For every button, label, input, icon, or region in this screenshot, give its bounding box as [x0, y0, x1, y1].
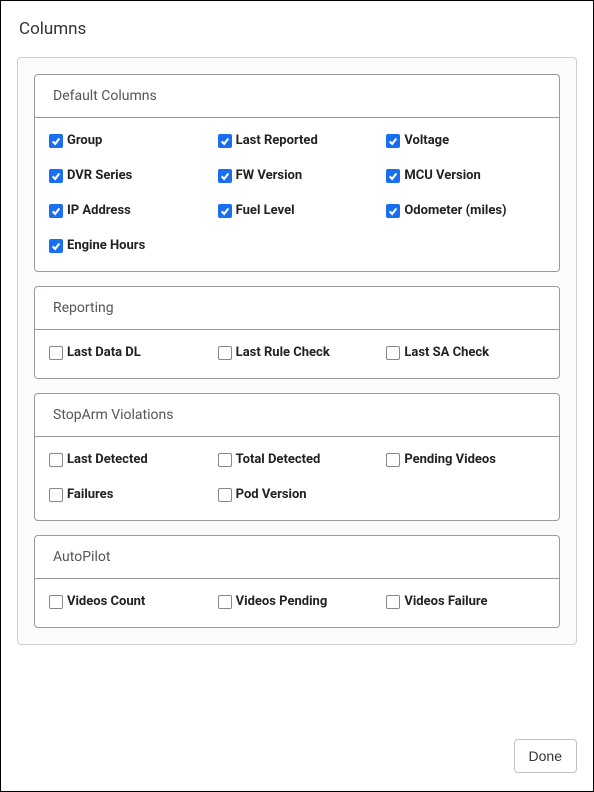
checkbox-label: Group: [67, 133, 102, 148]
checkbox-label: IP Address: [67, 203, 131, 218]
column-option-last-reported[interactable]: Last Reported: [218, 133, 377, 148]
checkbox-label: Last SA Check: [404, 345, 489, 360]
section-body: Videos Count Videos Pending Videos Failure: [35, 579, 559, 627]
checkbox[interactable]: [49, 595, 63, 609]
section-default-columns: Default Columns Group Last Reported Voltage…: [34, 74, 560, 272]
checkbox[interactable]: [49, 169, 63, 183]
checkbox[interactable]: [49, 346, 63, 360]
checkbox-label: Last Rule Check: [236, 345, 330, 360]
checkbox-label: Videos Failure: [404, 594, 487, 609]
checkbox[interactable]: [218, 488, 232, 502]
checkbox[interactable]: [386, 134, 400, 148]
checkbox-label: Fuel Level: [236, 203, 295, 218]
column-option-last-detected[interactable]: Last Detected: [49, 452, 208, 467]
checkbox-label: Videos Pending: [236, 594, 328, 609]
checkbox[interactable]: [218, 204, 232, 218]
checkbox[interactable]: [386, 346, 400, 360]
section-autopilot: AutoPilotVideos CountVideos PendingVideo…: [34, 535, 560, 628]
done-button[interactable]: Done: [514, 739, 577, 773]
checkbox-label: Failures: [67, 487, 113, 502]
column-option-engine-hours[interactable]: Engine Hours: [49, 238, 208, 253]
column-option-dvr-series[interactable]: DVR Series: [49, 168, 208, 183]
checkbox-label: FW Version: [236, 168, 302, 183]
checkbox-label: Pod Version: [236, 487, 307, 502]
checkbox[interactable]: [386, 169, 400, 183]
checkbox-label: DVR Series: [67, 168, 132, 183]
column-option-videos-pending[interactable]: Videos Pending: [218, 594, 377, 609]
checkbox[interactable]: [218, 453, 232, 467]
section-header: Default Columns: [35, 75, 559, 118]
checkbox[interactable]: [218, 169, 232, 183]
column-option-fuel-level[interactable]: Fuel Level: [218, 203, 377, 218]
dialog-title: Columns: [17, 19, 577, 39]
section-body: Group Last Reported Voltage DVR Series FW Ve…: [35, 118, 559, 271]
checkbox[interactable]: [218, 595, 232, 609]
column-option-pod-version[interactable]: Pod Version: [218, 487, 377, 502]
checkbox-label: Voltage: [404, 133, 449, 148]
column-option-group[interactable]: Group: [49, 133, 208, 148]
section-body: Last Detected Total Detected Pending Video…: [35, 437, 559, 520]
checkbox[interactable]: [49, 488, 63, 502]
dialog-footer: Done: [514, 739, 577, 773]
checkbox-label: Pending Videos: [404, 452, 496, 467]
checkbox-label: Odometer (miles): [404, 203, 506, 218]
column-option-ip-address[interactable]: IP Address: [49, 203, 208, 218]
checkbox[interactable]: [49, 453, 63, 467]
checkbox[interactable]: [218, 346, 232, 360]
column-option-failures[interactable]: Failures: [49, 487, 208, 502]
checkbox[interactable]: [218, 134, 232, 148]
column-option-videos-count[interactable]: Videos Count: [49, 594, 208, 609]
checkbox-label: Last Data DL: [67, 345, 141, 360]
column-option-mcu-version[interactable]: MCU Version: [386, 168, 545, 183]
checkbox[interactable]: [49, 204, 63, 218]
checkbox[interactable]: [49, 134, 63, 148]
checkbox[interactable]: [49, 239, 63, 253]
section-body: Last Data DL Last Rule Check Last SA Check: [35, 330, 559, 378]
column-option-last-rule-check[interactable]: Last Rule Check: [218, 345, 377, 360]
column-option-fw-version[interactable]: FW Version: [218, 168, 377, 183]
checkbox[interactable]: [386, 453, 400, 467]
column-option-pending-videos[interactable]: Pending Videos: [386, 452, 545, 467]
section-header: Reporting: [35, 287, 559, 330]
checkbox-label: Engine Hours: [67, 238, 145, 253]
checkbox-label: Total Detected: [236, 452, 321, 467]
section-header: StopArm Violations: [35, 394, 559, 437]
section-header: AutoPilot: [35, 536, 559, 579]
column-option-last-data-dl[interactable]: Last Data DL: [49, 345, 208, 360]
checkbox-label: Last Reported: [236, 133, 318, 148]
checkbox[interactable]: [386, 595, 400, 609]
checkbox-label: Videos Count: [67, 594, 145, 609]
checkbox[interactable]: [386, 204, 400, 218]
column-option-voltage[interactable]: Voltage: [386, 133, 545, 148]
column-option-total-detected[interactable]: Total Detected: [218, 452, 377, 467]
column-option-videos-failure[interactable]: Videos Failure: [386, 594, 545, 609]
checkbox-label: Last Detected: [67, 452, 148, 467]
column-option-last-sa-check[interactable]: Last SA Check: [386, 345, 545, 360]
columns-panel: Default Columns Group Last Reported Voltage…: [17, 57, 577, 645]
checkbox-label: MCU Version: [404, 168, 480, 183]
section-stoparm-violations: StopArm Violations Last Detected Total Det…: [34, 393, 560, 521]
section-reporting: ReportingLast Data DLLast Rule CheckLast…: [34, 286, 560, 379]
column-option-odometer-miles[interactable]: Odometer (miles): [386, 203, 545, 218]
